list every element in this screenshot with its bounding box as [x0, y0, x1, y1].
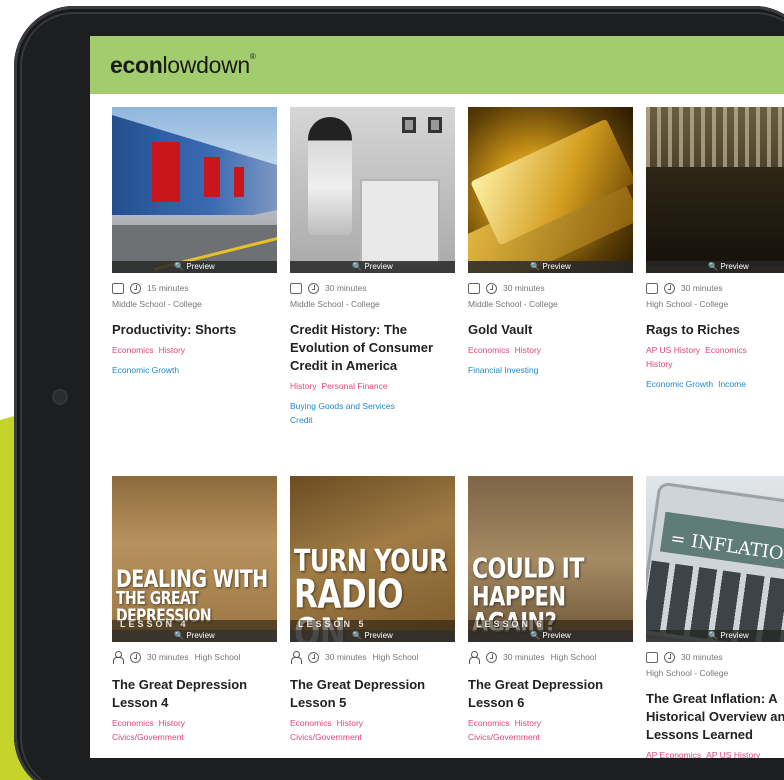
preview-button[interactable]: 🔍 Preview — [112, 261, 277, 273]
card-thumbnail[interactable]: 🔍 Preview — [468, 107, 633, 273]
grade-level: High School — [372, 652, 419, 662]
lesson-card-gold-vault[interactable]: 🔍 Preview 30 minutes Middle School - Col… — [468, 107, 633, 377]
card-thumbnail[interactable]: 🔍 Preview — [646, 107, 784, 273]
preview-button[interactable]: 🔍 Preview — [290, 261, 455, 273]
subject-tag[interactable]: Economics — [468, 718, 510, 728]
grade-level: Middle School - College — [468, 299, 558, 309]
book-icon — [112, 282, 124, 294]
book-icon — [468, 282, 480, 294]
tablet-home-button — [52, 389, 68, 405]
card-title[interactable]: The Great Depression Lesson 4 — [112, 676, 277, 712]
thumbnail-lesson-label: LESSON 6 — [476, 619, 545, 629]
card-title[interactable]: The Great Depression Lesson 5 — [290, 676, 455, 712]
subject-tag[interactable]: AP US History — [646, 345, 700, 355]
duration: 30 minutes — [503, 283, 545, 293]
subject-tag[interactable]: History — [515, 718, 541, 728]
subject-tag[interactable]: Economics — [705, 345, 747, 355]
card-title[interactable]: Gold Vault — [468, 321, 633, 339]
card-thumbnail[interactable]: 🔍 Preview — [290, 107, 455, 273]
subject-tag[interactable]: History — [337, 718, 363, 728]
topic-tag[interactable]: Income — [718, 379, 746, 389]
card-thumbnail[interactable]: TURN YOUR RADIO ON LESSON 5 🔍 Preview — [290, 476, 455, 642]
topic-tag[interactable]: Buying Goods and Services — [290, 401, 395, 411]
clock-icon — [664, 651, 675, 663]
subject-tag[interactable]: AP US History — [706, 750, 760, 758]
thumbnail-headline: COULD IT — [472, 553, 584, 585]
person-icon — [290, 651, 302, 664]
clock-icon — [308, 651, 319, 663]
duration: 30 minutes — [681, 283, 723, 293]
grade-level: High School - College — [646, 668, 729, 678]
thumbnail-lesson-label: LESSON 4 — [120, 619, 189, 629]
grade-level: High School — [194, 652, 241, 662]
lesson-card-great-depression-6[interactable]: COULD IT HAPPEN AGAIN? LESSON 6 🔍 Previe… — [468, 476, 633, 744]
lesson-card-great-depression-4[interactable]: DEALING WITH THE GREAT DEPRESSION LESSON… — [112, 476, 277, 744]
lesson-card-great-inflation[interactable]: = INFLATION 🔍 Preview 30 minutes High Sc… — [646, 476, 784, 758]
card-title[interactable]: The Great Inflation: A Historical Overvi… — [646, 690, 784, 744]
subject-tag[interactable]: Economics — [112, 718, 154, 728]
card-title[interactable]: Productivity: Shorts — [112, 321, 277, 339]
preview-button[interactable]: 🔍 Preview — [646, 261, 784, 273]
preview-button[interactable]: 🔍 Preview — [468, 630, 633, 642]
duration: 30 minutes — [503, 652, 545, 662]
preview-button[interactable]: 🔍 Preview — [112, 630, 277, 642]
grade-level: Middle School - College — [290, 299, 380, 309]
grade-level: High School — [550, 652, 597, 662]
site-header: econlowdown® — [90, 36, 784, 94]
subject-tag[interactable]: AP Economics — [646, 750, 701, 758]
book-icon — [646, 282, 658, 294]
subject-tag[interactable]: Economics — [290, 718, 332, 728]
subject-tag[interactable]: History — [159, 345, 185, 355]
grade-level: Middle School - College — [112, 299, 202, 309]
topic-tag[interactable]: Economic Growth — [112, 365, 179, 375]
subject-tag[interactable]: Economics — [468, 345, 510, 355]
clock-icon — [130, 282, 141, 294]
subject-tag[interactable]: Civics/Government — [290, 732, 362, 742]
clock-icon — [486, 282, 497, 294]
topic-tag[interactable]: Financial Investing — [468, 365, 538, 375]
econlowdown-logo[interactable]: econlowdown® — [110, 52, 256, 79]
grade-level: High School - College — [646, 299, 729, 309]
duration: 30 minutes — [681, 652, 723, 662]
tablet-screen: econlowdown® 🔍 Preview 15 minutes Middle… — [90, 36, 784, 758]
lesson-card-great-depression-5[interactable]: TURN YOUR RADIO ON LESSON 5 🔍 Preview 30… — [290, 476, 455, 744]
duration: 30 minutes — [325, 283, 367, 293]
book-icon — [646, 651, 658, 663]
subject-tag[interactable]: History — [515, 345, 541, 355]
thumbnail-lesson-label: LESSON 5 — [298, 619, 367, 629]
topic-tag[interactable]: Economic Growth — [646, 379, 713, 389]
topic-tag[interactable]: Credit — [290, 415, 313, 425]
duration: 30 minutes — [325, 652, 367, 662]
subject-tag[interactable]: Personal Finance — [321, 381, 387, 391]
preview-button[interactable]: 🔍 Preview — [646, 630, 784, 642]
card-thumbnail[interactable]: 🔍 Preview — [112, 107, 277, 273]
person-icon — [112, 651, 124, 664]
card-thumbnail[interactable]: = INFLATION 🔍 Preview — [646, 476, 784, 642]
clock-icon — [130, 651, 141, 663]
card-title[interactable]: The Great Depression Lesson 6 — [468, 676, 633, 712]
card-title[interactable]: Credit History: The Evolution of Consume… — [290, 321, 455, 375]
clock-icon — [664, 282, 675, 294]
subject-tag[interactable]: Civics/Government — [468, 732, 540, 742]
duration: 30 minutes — [147, 652, 189, 662]
book-icon — [290, 282, 302, 294]
subject-tag[interactable]: History — [159, 718, 185, 728]
lesson-card-credit-history[interactable]: 🔍 Preview 30 minutes Middle School - Col… — [290, 107, 455, 427]
clock-icon — [308, 282, 319, 294]
lesson-card-productivity[interactable]: 🔍 Preview 15 minutes Middle School - Col… — [112, 107, 277, 377]
lesson-card-rags-to-riches[interactable]: 🔍 Preview 30 minutes High School - Colle… — [646, 107, 784, 391]
subject-tag[interactable]: Economics — [112, 345, 154, 355]
subject-tag[interactable]: Civics/Government — [112, 732, 184, 742]
card-thumbnail[interactable]: COULD IT HAPPEN AGAIN? LESSON 6 🔍 Previe… — [468, 476, 633, 642]
preview-button[interactable]: 🔍 Preview — [290, 630, 455, 642]
duration: 15 minutes — [147, 283, 189, 293]
subject-tag[interactable]: History — [290, 381, 316, 391]
person-icon — [468, 651, 480, 664]
card-title[interactable]: Rags to Riches — [646, 321, 784, 339]
clock-icon — [486, 651, 497, 663]
card-thumbnail[interactable]: DEALING WITH THE GREAT DEPRESSION LESSON… — [112, 476, 277, 642]
preview-button[interactable]: 🔍 Preview — [468, 261, 633, 273]
subject-tag[interactable]: History — [646, 359, 672, 369]
